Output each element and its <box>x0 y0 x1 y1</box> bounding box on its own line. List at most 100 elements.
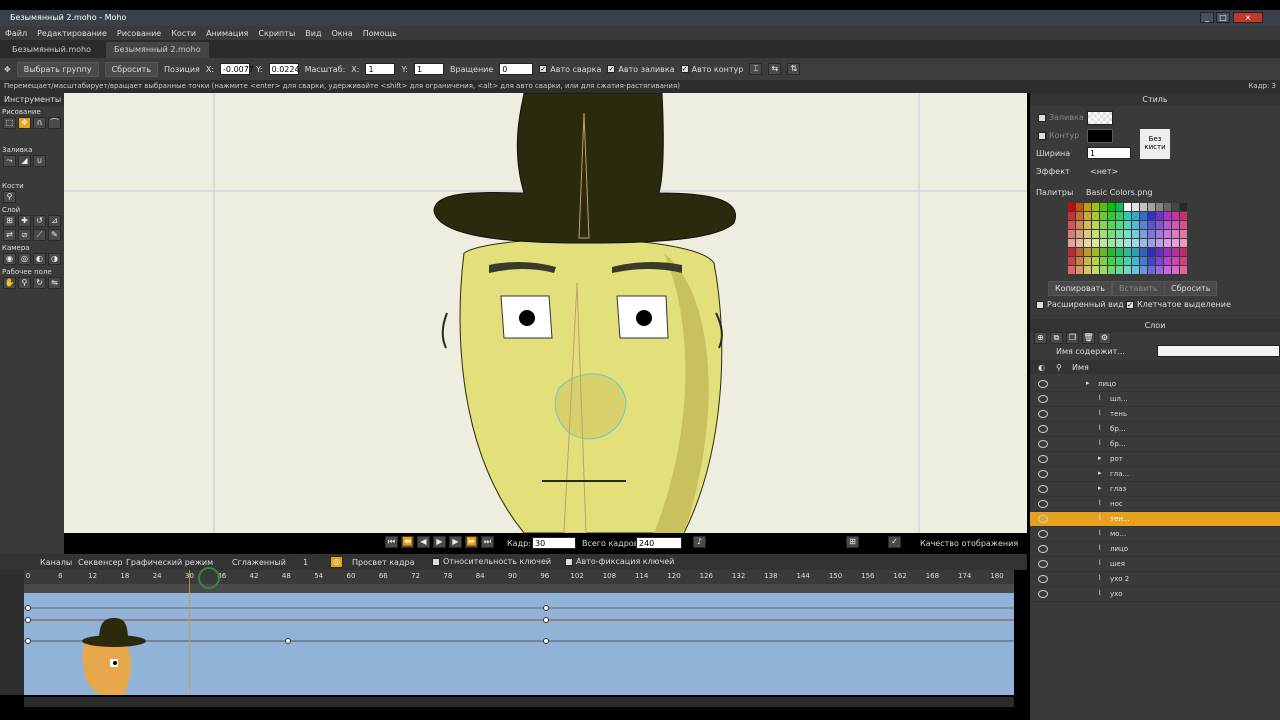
reset-style-button[interactable]: Сбросить <box>1164 281 1218 296</box>
eye-icon[interactable] <box>1038 395 1048 403</box>
curvature-icon[interactable]: ⌒ <box>48 117 61 129</box>
menu-edit[interactable]: Редактирование <box>32 26 112 40</box>
palette-swatch[interactable] <box>1084 221 1091 229</box>
eye-icon[interactable] <box>1038 530 1048 538</box>
menu-draw[interactable]: Рисование <box>112 26 166 40</box>
maximize-button[interactable]: □ <box>1216 12 1230 23</box>
palette-swatch[interactable] <box>1108 203 1115 211</box>
layer-row[interactable]: ⌇ шея <box>1030 557 1280 572</box>
rotation-field[interactable]: 0 <box>499 63 534 75</box>
palette-swatch[interactable] <box>1092 248 1099 256</box>
palette-swatch[interactable] <box>1076 212 1083 220</box>
palette-swatch[interactable] <box>1116 230 1123 238</box>
eye-icon[interactable] <box>1038 455 1048 463</box>
position-y-field[interactable]: 0.0224 <box>268 63 300 75</box>
camera-roll-icon[interactable]: ◐ <box>33 253 46 265</box>
palette-swatch[interactable] <box>1100 239 1107 247</box>
hand-icon[interactable]: ✋ <box>3 277 16 289</box>
palette-swatch[interactable] <box>1116 257 1123 265</box>
layer-row[interactable]: ⌇ тень <box>1030 407 1280 422</box>
palette-swatch[interactable] <box>1116 248 1123 256</box>
palette-swatch[interactable] <box>1172 266 1179 274</box>
palette-swatch[interactable] <box>1164 257 1171 265</box>
eye-icon[interactable] <box>1038 470 1048 478</box>
palette-swatch[interactable] <box>1092 203 1099 211</box>
view-mode-icon[interactable]: ⊞ <box>846 536 859 548</box>
flip-h-icon[interactable]: ⇆ <box>768 63 782 75</box>
layer-flip-icon[interactable]: ⇄ <box>3 229 16 241</box>
width-field[interactable]: 1 <box>1087 147 1131 159</box>
eye-icon[interactable] <box>1038 425 1048 433</box>
menu-bones[interactable]: Кости <box>166 26 201 40</box>
palette-swatch[interactable] <box>1124 257 1131 265</box>
palette-swatch[interactable] <box>1180 266 1187 274</box>
palette-swatch[interactable] <box>1164 266 1171 274</box>
palette-dropdown[interactable]: Basic Colors.png <box>1086 188 1153 197</box>
palette-swatch[interactable] <box>1180 203 1187 211</box>
palette-swatch[interactable] <box>1140 239 1147 247</box>
palette-swatch[interactable] <box>1076 239 1083 247</box>
add-point-icon[interactable]: ∩ <box>33 117 46 129</box>
drawing-canvas[interactable] <box>64 93 1027 533</box>
copy-style-button[interactable]: Копировать <box>1048 281 1112 296</box>
palette-swatch[interactable] <box>1124 203 1131 211</box>
layer-row[interactable]: ⌇ ухо 2 <box>1030 572 1280 587</box>
camera-pan-icon[interactable]: ◑ <box>48 253 61 265</box>
frame-field[interactable]: 30 <box>532 537 576 549</box>
palette-swatch[interactable] <box>1108 266 1115 274</box>
total-frames-field[interactable]: 240 <box>636 537 682 549</box>
palette-swatch[interactable] <box>1108 248 1115 256</box>
auto-freeze-checkbox[interactable]: Авто-фиксация ключей <box>565 557 674 566</box>
palette-swatch[interactable] <box>1148 248 1155 256</box>
palette-swatch[interactable] <box>1156 239 1163 247</box>
select-group-dropdown[interactable]: Выбрать группу <box>16 61 99 77</box>
auto-stroke-checkbox[interactable]: ✓ Авто контур <box>680 65 743 74</box>
palette-swatch[interactable] <box>1092 266 1099 274</box>
palette-swatch[interactable] <box>1148 203 1155 211</box>
palette-swatch[interactable] <box>1124 221 1131 229</box>
layer-settings-icon[interactable]: ⚙ <box>1098 332 1111 344</box>
palette-swatch[interactable] <box>1092 257 1099 265</box>
palette-swatch[interactable] <box>1140 266 1147 274</box>
palette-swatch[interactable] <box>1148 230 1155 238</box>
palette-swatch[interactable] <box>1140 230 1147 238</box>
timeline-key-row[interactable] <box>24 584 1014 593</box>
select-shape-icon[interactable]: ⤳ <box>3 155 16 167</box>
palette-swatch[interactable] <box>1172 248 1179 256</box>
auto-weld-checkbox[interactable]: ✓ Авто сварка <box>539 65 601 74</box>
palette-swatch[interactable] <box>1100 248 1107 256</box>
palette-swatch[interactable] <box>1156 257 1163 265</box>
palette-swatch[interactable] <box>1076 221 1083 229</box>
palette-swatch[interactable] <box>1076 266 1083 274</box>
palette-swatch[interactable] <box>1092 239 1099 247</box>
orbit-icon[interactable]: ⇋ <box>48 277 61 289</box>
expand-group-icon[interactable]: ▸ <box>1098 484 1102 492</box>
palette-swatch[interactable] <box>1100 203 1107 211</box>
layer-filter-dropdown[interactable]: Имя содержит... <box>1056 347 1125 356</box>
palette-swatch[interactable] <box>1180 257 1187 265</box>
palette-swatch[interactable] <box>1132 266 1139 274</box>
eye-icon[interactable] <box>1038 575 1048 583</box>
layer-row[interactable]: ⌇ мо... <box>1030 527 1280 542</box>
eyedropper-icon[interactable]: ✎ <box>48 229 61 241</box>
palette-swatch[interactable] <box>1148 266 1155 274</box>
eye-icon[interactable] <box>1038 560 1048 568</box>
palette-swatch[interactable] <box>1156 203 1163 211</box>
palette-swatch[interactable] <box>1116 221 1123 229</box>
display-quality-menu[interactable]: Качество отображения <box>920 539 1018 548</box>
palette-swatch[interactable] <box>1084 248 1091 256</box>
palette-swatch[interactable] <box>1180 221 1187 229</box>
palette-swatch[interactable] <box>1076 230 1083 238</box>
palette-swatch[interactable] <box>1164 203 1171 211</box>
palette-swatch[interactable] <box>1116 266 1123 274</box>
palette-swatch[interactable] <box>1124 239 1131 247</box>
palette-swatch[interactable] <box>1148 212 1155 220</box>
palette-swatch[interactable] <box>1180 239 1187 247</box>
palette-swatch[interactable] <box>1164 221 1171 229</box>
eye-icon[interactable] <box>1038 545 1048 553</box>
layer-row[interactable]: ⌇ бр... <box>1030 422 1280 437</box>
transform-points-icon[interactable]: ✥ <box>18 117 31 129</box>
menu-file[interactable]: Файл <box>0 26 32 40</box>
palette-swatch[interactable] <box>1076 257 1083 265</box>
timeline-ruler[interactable]: 0612182430364248546066727884909610210811… <box>24 570 1014 584</box>
